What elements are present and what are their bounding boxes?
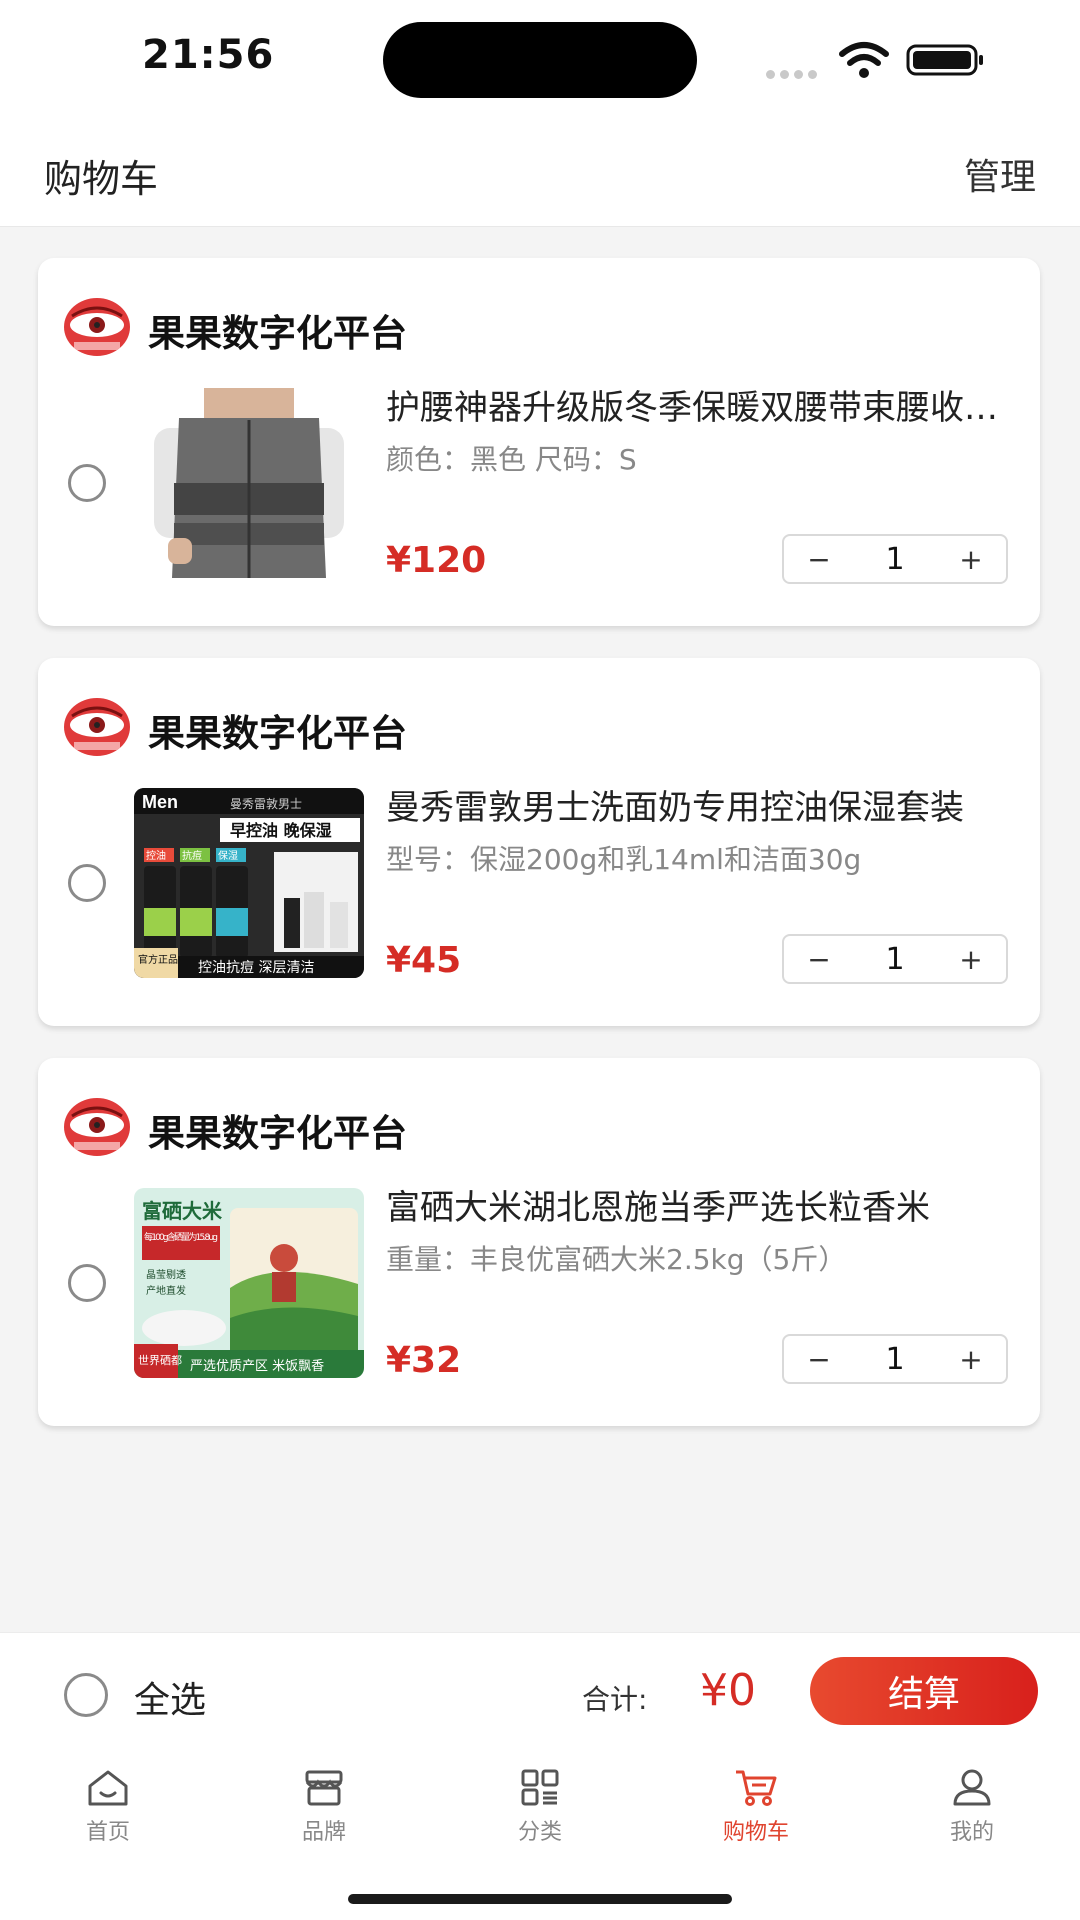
total-value: ¥0: [700, 1665, 756, 1716]
product-spec: 颜色：黑色 尺码：S: [386, 443, 637, 476]
home-indicator[interactable]: [348, 1894, 732, 1904]
cart-item-card: 果果数字化平台 Men 曼秀雷敦男士 早控油 晚保湿 控油 抗痘 保湿 官方正品…: [38, 658, 1040, 1026]
decrease-button[interactable]: −: [784, 943, 854, 976]
image-box-text: 每100g含硒量为15.8ug: [144, 1231, 218, 1243]
product-spec: 型号：保湿200g和乳14ml和洁面30g: [386, 843, 862, 876]
store-name: 果果数字化平台: [148, 1112, 407, 1155]
decrease-button[interactable]: −: [784, 543, 854, 576]
total-label: 合计:: [582, 1683, 648, 1716]
image-point-text: 产地直发: [146, 1284, 186, 1297]
image-tag-text: 保湿: [218, 849, 238, 862]
image-title-text: 富硒大米: [142, 1199, 223, 1223]
store-icon: [305, 1770, 343, 1806]
item-select-radio[interactable]: [68, 1264, 106, 1302]
product-image[interactable]: Men 曼秀雷敦男士 早控油 晚保湿 控油 抗痘 保湿 官方正品 控油抗痘 深层…: [134, 788, 364, 978]
store-name: 果果数字化平台: [148, 312, 407, 355]
tab-brand[interactable]: 品牌: [264, 1768, 384, 1846]
product-title[interactable]: 曼秀雷敦男士洗面奶专用控油保湿套装: [386, 780, 1006, 829]
select-all-radio[interactable]: [64, 1673, 108, 1717]
tab-profile[interactable]: 我的: [912, 1768, 1032, 1846]
image-badge-text: 世界硒都: [138, 1354, 182, 1367]
product-image[interactable]: [134, 388, 364, 578]
tab-label: 首页: [85, 1820, 130, 1845]
image-bottom-text: 严选优质产区 米饭飘香: [190, 1359, 324, 1374]
image-brand-text: Men: [142, 792, 178, 812]
image-subtitle-text: 曼秀雷敦男士: [230, 796, 302, 811]
increase-button[interactable]: +: [936, 543, 1006, 576]
profile-icon: [953, 1769, 991, 1806]
quantity-value[interactable]: 1: [854, 942, 936, 977]
checkout-button[interactable]: 结算: [810, 1657, 1038, 1725]
product-image[interactable]: 富硒大米 每100g含硒量为15.8ug 晶莹剔透 产地直发 世界硒都 严选优质…: [134, 1188, 364, 1378]
item-select-radio[interactable]: [68, 864, 106, 902]
decrease-button[interactable]: −: [784, 1343, 854, 1376]
status-bar: 21:56: [0, 0, 1080, 120]
product-spec: 重量：丰良优富硒大米2.5kg（5斤）: [386, 1243, 847, 1276]
home-icon: [88, 1770, 128, 1806]
tab-label: 购物车: [722, 1820, 789, 1845]
item-select-radio[interactable]: [68, 464, 106, 502]
tab-cart[interactable]: 购物车: [696, 1768, 816, 1846]
product-price: ¥32: [386, 1340, 462, 1381]
manage-button[interactable]: 管理: [964, 148, 1036, 200]
cart-item-card: 果果数字化平台 护腰神器升级版冬季保暖双腰带束腰收腹带 颜色：黑色 尺码：S ¥…: [38, 258, 1040, 626]
tab-label: 品牌: [301, 1820, 346, 1845]
page-title: 购物车: [44, 157, 159, 201]
image-headline-text: 早控油 晚保湿: [230, 821, 332, 840]
checkout-bar: 全选 合计: ¥0 结算: [0, 1632, 1080, 1749]
category-icon: [521, 1769, 559, 1806]
image-tag-text: 抗痘: [182, 849, 202, 862]
quantity-stepper: − 1 +: [782, 534, 1008, 584]
status-time: 21:56: [142, 32, 275, 78]
tab-label: 分类: [517, 1820, 562, 1845]
select-all-label[interactable]: 全选: [134, 1671, 206, 1723]
battery-icon: [906, 44, 983, 76]
image-bottom-text: 控油抗痘 深层清洁: [198, 960, 314, 976]
quantity-value[interactable]: 1: [854, 1342, 936, 1377]
quantity-value[interactable]: 1: [854, 542, 936, 577]
product-title[interactable]: 护腰神器升级版冬季保暖双腰带束腰收腹带: [386, 380, 1006, 429]
cart-icon: [736, 1770, 777, 1806]
cart-item-card: 果果数字化平台 富硒大米 每100g含硒量为15.8ug 晶莹剔透 产地直发 世…: [38, 1058, 1040, 1426]
quantity-stepper: − 1 +: [782, 1334, 1008, 1384]
tab-home[interactable]: 首页: [48, 1768, 168, 1846]
product-price: ¥45: [386, 940, 462, 981]
image-badge-text: 官方正品: [138, 953, 178, 966]
store-name: 果果数字化平台: [148, 712, 407, 755]
wifi-icon: [839, 42, 889, 78]
quantity-stepper: − 1 +: [782, 934, 1008, 984]
dynamic-island: [383, 22, 697, 98]
increase-button[interactable]: +: [936, 1343, 1006, 1376]
image-tag-text: 控油: [146, 849, 166, 862]
product-title[interactable]: 富硒大米湖北恩施当季严选长粒香米: [386, 1180, 1006, 1229]
signal-icon: [766, 64, 822, 83]
increase-button[interactable]: +: [936, 943, 1006, 976]
tab-category[interactable]: 分类: [480, 1768, 600, 1846]
store-logo: [64, 298, 130, 356]
image-point-text: 晶莹剔透: [146, 1269, 186, 1281]
tab-label: 我的: [949, 1820, 994, 1845]
nav-header: 购物车 管理: [0, 120, 1080, 227]
product-price: ¥120: [386, 540, 487, 581]
store-logo: [64, 698, 130, 756]
store-logo: [64, 1098, 130, 1156]
